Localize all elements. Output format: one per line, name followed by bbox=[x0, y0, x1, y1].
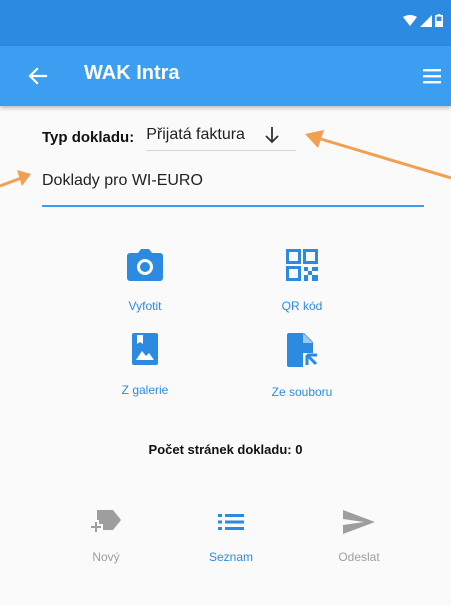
annotation-arrow-left bbox=[0, 170, 31, 188]
app-bar: WAK Intra bbox=[0, 46, 451, 106]
take-photo-button[interactable]: Vyfotit bbox=[85, 249, 205, 313]
annotation-arrow-right bbox=[305, 130, 451, 180]
send-icon bbox=[343, 510, 375, 534]
signal-icon bbox=[420, 14, 432, 27]
wifi-icon bbox=[403, 14, 417, 26]
doc-type-value: Přijatá faktura bbox=[146, 125, 245, 143]
document-name-field[interactable]: Doklady pro WI-EURO bbox=[42, 172, 424, 207]
nav-send-label: Odeslat bbox=[338, 550, 380, 564]
nav-new-label: Nový bbox=[92, 550, 120, 564]
hamburger-menu-icon[interactable] bbox=[421, 65, 443, 87]
list-icon bbox=[218, 514, 244, 530]
app-title: WAK Intra bbox=[84, 62, 180, 84]
from-file-button[interactable]: Ze souboru bbox=[242, 333, 362, 399]
qr-code-label: QR kód bbox=[281, 299, 323, 313]
nav-send-button[interactable]: Odeslat bbox=[309, 508, 409, 564]
from-file-label: Ze souboru bbox=[271, 385, 333, 399]
doc-type-dropdown[interactable]: Přijatá faktura bbox=[146, 124, 297, 151]
nav-list-button[interactable]: Seznam bbox=[181, 508, 281, 564]
nav-list-label: Seznam bbox=[208, 550, 254, 564]
page-count-text: Počet stránek dokladu: 0 bbox=[148, 442, 303, 457]
qr-code-icon bbox=[286, 249, 318, 281]
status-bar bbox=[0, 0, 451, 46]
status-icons bbox=[403, 14, 443, 27]
document-name-input[interactable]: Doklady pro WI-EURO bbox=[42, 172, 424, 207]
file-upload-icon bbox=[287, 333, 317, 367]
doc-type-label: Typ dokladu: bbox=[42, 128, 135, 146]
back-arrow-icon[interactable] bbox=[26, 64, 50, 88]
gallery-image-icon bbox=[132, 333, 158, 365]
nav-new-button[interactable]: Nový bbox=[56, 508, 156, 564]
arrow-down-icon bbox=[265, 126, 279, 143]
from-gallery-button[interactable]: Z galerie bbox=[85, 333, 205, 397]
qr-code-button[interactable]: QR kód bbox=[242, 249, 362, 313]
add-document-icon bbox=[89, 510, 121, 534]
take-photo-label: Vyfotit bbox=[128, 299, 162, 313]
doc-type-row: Typ dokladu: Přijatá faktura bbox=[42, 121, 297, 153]
battery-icon bbox=[435, 14, 443, 27]
from-gallery-label: Z galerie bbox=[121, 383, 169, 397]
camera-icon bbox=[127, 249, 163, 281]
